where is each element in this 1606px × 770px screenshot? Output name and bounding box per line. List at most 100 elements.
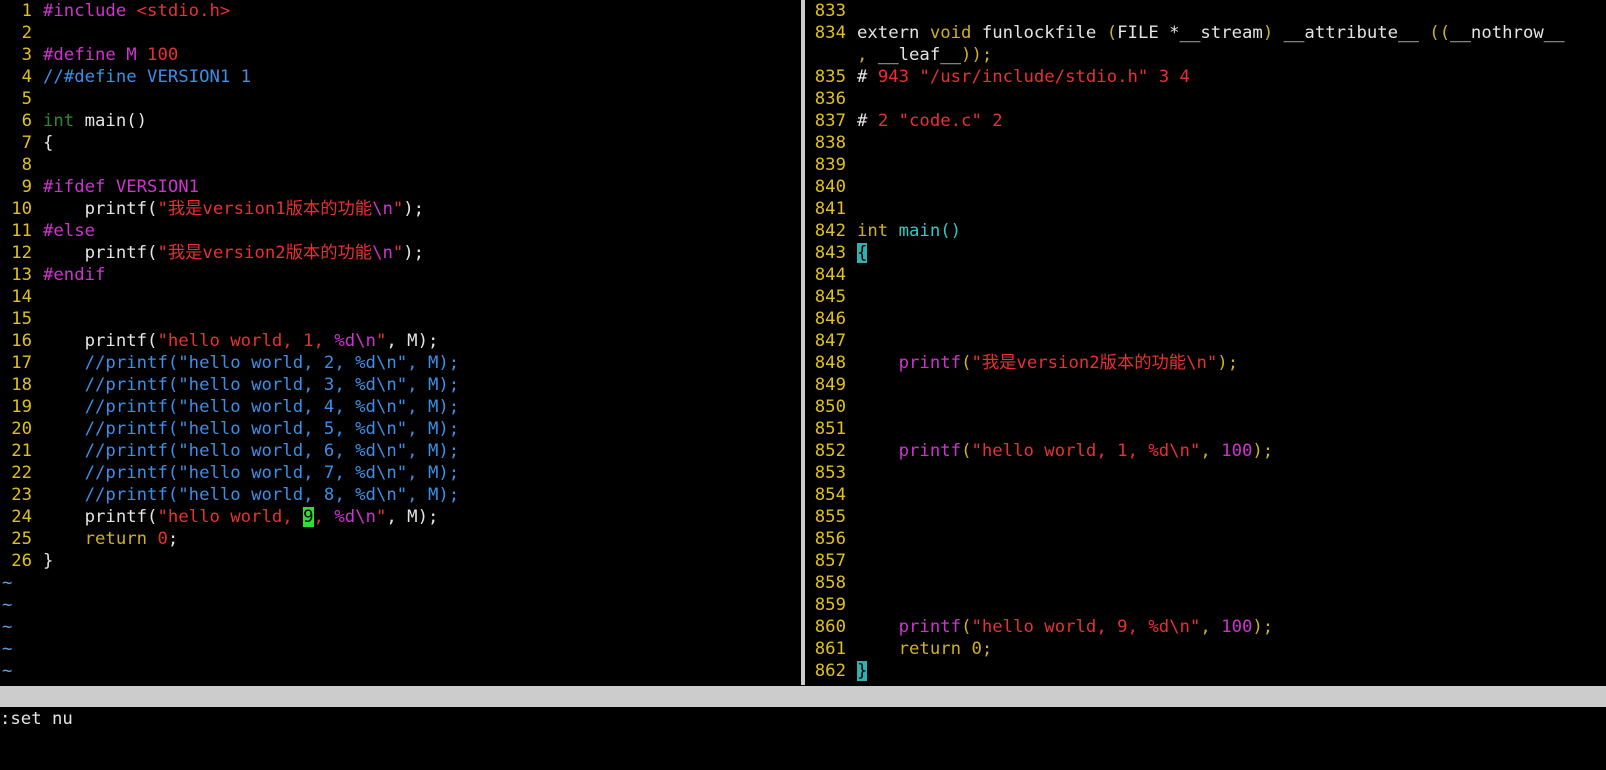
right-code-line[interactable]: 848 printf("我是version2版本的功能\n"); bbox=[812, 352, 1606, 374]
left-code-line[interactable]: 10 printf("我是version1版本的功能\n"); bbox=[0, 198, 801, 220]
right-code-line[interactable]: 838 bbox=[812, 132, 1606, 154]
right-code-line[interactable]: 833 bbox=[812, 0, 1606, 22]
code-token: //printf("hello world, 2, %d\n", M); bbox=[84, 353, 460, 373]
right-code-line[interactable]: 839 bbox=[812, 154, 1606, 176]
command-line[interactable]: :set nu bbox=[0, 708, 73, 730]
left-code-line[interactable]: 25 return 0; bbox=[0, 528, 801, 550]
vertical-split-divider[interactable] bbox=[801, 0, 812, 685]
right-code-line[interactable]: 855 bbox=[812, 506, 1606, 528]
code-token: , bbox=[1200, 617, 1222, 637]
right-code-line[interactable]: 857 bbox=[812, 550, 1606, 572]
right-code-line[interactable]: 852 printf("hello world, 1, %d\n", 100); bbox=[812, 440, 1606, 462]
right-code-line[interactable]: 849 bbox=[812, 374, 1606, 396]
right-code-line[interactable]: 842 int main() bbox=[812, 220, 1606, 242]
right-code-line[interactable]: 862} bbox=[812, 660, 1606, 682]
left-code-line[interactable]: 2 bbox=[0, 22, 801, 44]
right-code-line[interactable]: 845 bbox=[812, 286, 1606, 308]
left-code-line[interactable]: 15 bbox=[0, 308, 801, 330]
code-token: return bbox=[84, 529, 148, 549]
code-token: # bbox=[857, 67, 878, 87]
left-code-line[interactable]: 13 #endif bbox=[0, 264, 801, 286]
line-number: 840 bbox=[814, 177, 846, 197]
code-token: "hello world, 9, %d\n" bbox=[971, 617, 1201, 637]
code-token: printf bbox=[898, 617, 962, 637]
code-token: 100 bbox=[147, 45, 179, 65]
code-token: //printf("hello world, 5, %d\n", M); bbox=[84, 419, 460, 439]
left-code-line[interactable]: 3 #define M 100 bbox=[0, 44, 801, 66]
left-editor-pane[interactable]: 1 #include <stdio.h> 2 3 #define M 100 4//#de… bbox=[0, 0, 801, 685]
right-code-line[interactable]: 850 bbox=[812, 396, 1606, 418]
right-code-line[interactable]: 846 bbox=[812, 308, 1606, 330]
line-number: 842 bbox=[814, 221, 846, 241]
code-token: #include bbox=[43, 1, 137, 21]
line-number: 833 bbox=[814, 1, 846, 21]
line-number: 846 bbox=[814, 309, 846, 329]
right-code-line[interactable]: 840 bbox=[812, 176, 1606, 198]
right-code-line[interactable]: 847 bbox=[812, 330, 1606, 352]
left-code-line[interactable]: 22 //printf("hello world, 7, %d\n", M); bbox=[0, 462, 801, 484]
code-token: printf bbox=[898, 441, 962, 461]
code-token: int bbox=[43, 111, 75, 131]
left-code-line[interactable]: 8 bbox=[0, 154, 801, 176]
code-token: int bbox=[857, 221, 889, 241]
left-code-line[interactable]: 11 #else bbox=[0, 220, 801, 242]
right-code-line[interactable]: 834 extern void funlockfile (FILE *__stre… bbox=[812, 22, 1606, 44]
empty-buffer-line-marker: ~ bbox=[2, 661, 13, 681]
right-code-line[interactable]: 859 bbox=[812, 594, 1606, 616]
code-token: ( bbox=[961, 441, 972, 461]
right-code-line[interactable]: 844 bbox=[812, 264, 1606, 286]
code-token: , bbox=[1200, 441, 1222, 461]
left-code-line[interactable]: 16 printf("hello world, 1, %d\n", M); bbox=[0, 330, 801, 352]
right-code-line[interactable]: 854 bbox=[812, 484, 1606, 506]
line-number: 852 bbox=[814, 441, 846, 461]
left-code-line[interactable]: 14 bbox=[0, 286, 801, 308]
right-code-line[interactable]: 841 bbox=[812, 198, 1606, 220]
code-token: ) bbox=[1262, 23, 1274, 43]
right-code-line[interactable]: , __leaf__)); bbox=[812, 44, 1606, 66]
left-code-line[interactable]: 17 //printf("hello world, 2, %d\n", M); bbox=[0, 352, 801, 374]
code-token: 100 bbox=[1221, 617, 1253, 637]
line-number: 841 bbox=[814, 199, 846, 219]
code-token: 100 bbox=[1221, 441, 1253, 461]
left-code-line[interactable]: 6 int main() bbox=[0, 110, 801, 132]
left-code-line[interactable]: 5 bbox=[0, 88, 801, 110]
right-code-line[interactable]: 851 bbox=[812, 418, 1606, 440]
line-number: 847 bbox=[814, 331, 846, 351]
right-code-line[interactable]: 860 printf("hello world, 9, %d\n", 100); bbox=[812, 616, 1606, 638]
left-code-line[interactable]: 12 printf("我是version2版本的功能\n"); bbox=[0, 242, 801, 264]
line-number: 854 bbox=[814, 485, 846, 505]
left-code-line[interactable]: 7{ bbox=[0, 132, 801, 154]
left-code-line[interactable]: 9 #ifdef VERSION1 bbox=[0, 176, 801, 198]
code-token: "hello world, bbox=[157, 507, 304, 527]
right-code-line[interactable]: 837 # 2 "code.c" 2 bbox=[812, 110, 1606, 132]
right-code-line[interactable]: 858 bbox=[812, 572, 1606, 594]
left-code-line[interactable]: 24 printf("hello world, 9, %d\n", M); bbox=[0, 506, 801, 528]
line-number: 835 bbox=[814, 67, 846, 87]
left-code-line[interactable]: 23 //printf("hello world, 8, %d\n", M); bbox=[0, 484, 801, 506]
line-number: 11 bbox=[11, 221, 32, 241]
right-code-line[interactable]: 853 bbox=[812, 462, 1606, 484]
left-code-line[interactable]: 4 //#define VERSION1 1 bbox=[0, 66, 801, 88]
line-number: 22 bbox=[11, 463, 32, 483]
left-cursor-position: 24,26 bbox=[590, 728, 643, 748]
line-number: 14 bbox=[11, 287, 32, 307]
left-code-line[interactable]: 1 #include <stdio.h> bbox=[0, 0, 801, 22]
right-code-line[interactable]: 836 bbox=[812, 88, 1606, 110]
left-code-line[interactable]: 21 //printf("hello world, 6, %d\n", M); bbox=[0, 440, 801, 462]
left-code-line[interactable]: 20 //printf("hello world, 5, %d\n", M); bbox=[0, 418, 801, 440]
line-number: 850 bbox=[814, 397, 846, 417]
right-code-line[interactable]: 843 { bbox=[812, 242, 1606, 264]
right-code-line[interactable]: 835 # 943 "/usr/include/stdio.h" 3 4 bbox=[812, 66, 1606, 88]
code-token: return bbox=[898, 639, 962, 659]
right-editor-pane[interactable]: 833 834 extern void funlockfile (FILE *__s… bbox=[812, 0, 1606, 685]
right-code-line[interactable]: 856 bbox=[812, 528, 1606, 550]
left-code-line[interactable]: 26} bbox=[0, 550, 801, 572]
left-code-line[interactable]: 18 //printf("hello world, 3, %d\n", M); bbox=[0, 374, 801, 396]
left-code-line[interactable]: 19 //printf("hello world, 4, %d\n", M); bbox=[0, 396, 801, 418]
right-code-line[interactable]: 861 return 0; bbox=[812, 638, 1606, 660]
code-token: main() bbox=[74, 111, 148, 131]
